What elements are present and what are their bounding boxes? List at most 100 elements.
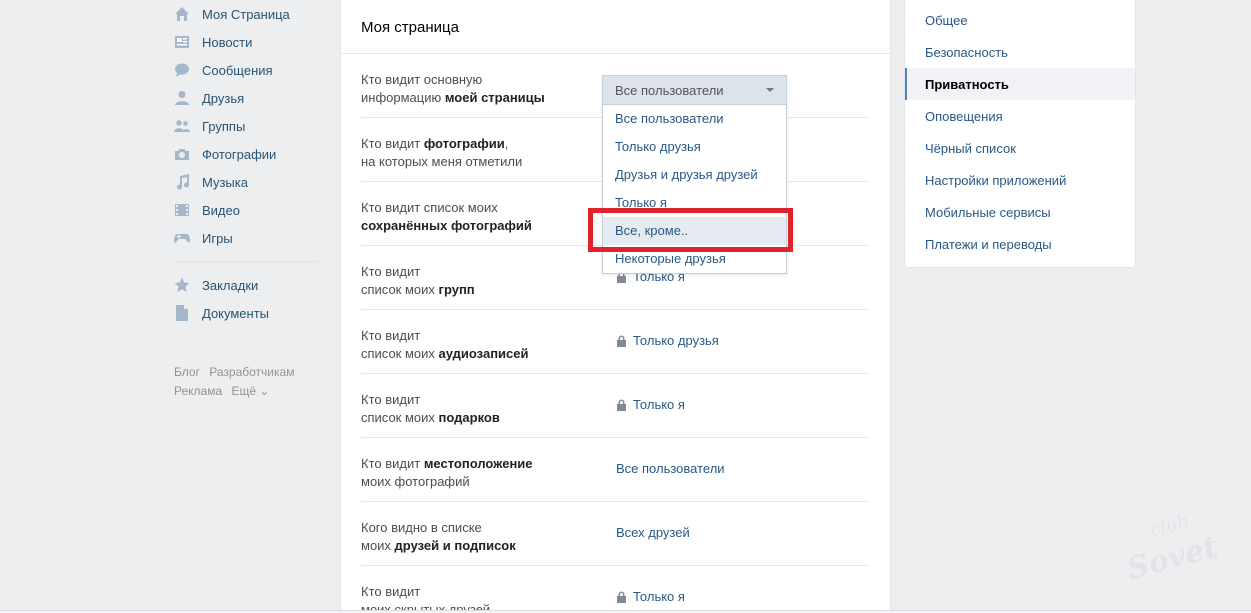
settings-menu-item[interactable]: Приватность: [905, 68, 1135, 100]
privacy-value-label: Всех друзей: [616, 525, 690, 540]
sidebar-item-user[interactable]: Друзья: [174, 84, 324, 112]
dropdown-selected[interactable]: Все пользователи: [603, 76, 786, 105]
footer-link-developers[interactable]: Разработчикам: [209, 365, 294, 379]
home-icon: [174, 6, 190, 22]
dropdown-option[interactable]: Все, кроме..: [603, 217, 786, 245]
sidebar-item-star[interactable]: Закладки: [174, 271, 324, 299]
lock-icon: [617, 335, 626, 347]
row-label: Кого видно в списке моих друзей и подписо…: [361, 519, 591, 555]
lock-icon: [617, 399, 626, 411]
row-label: Кто видит список моих сохранённых фотогра…: [361, 199, 591, 235]
sidebar-item-messages[interactable]: Сообщения: [174, 56, 324, 84]
gamepad-icon: [174, 230, 190, 246]
sidebar-item-gamepad[interactable]: Игры: [174, 224, 324, 252]
row-label-text: моих фотографий: [361, 474, 470, 489]
row-label-bold: фотографии: [423, 136, 505, 151]
settings-menu-item[interactable]: Настройки приложений: [905, 164, 1135, 196]
privacy-value-link[interactable]: Только друзья: [616, 333, 719, 348]
settings-row: Кто видит местоположение моих фотографий В…: [361, 438, 870, 502]
row-label-text: список моих: [361, 282, 439, 297]
settings-menu-item[interactable]: Оповещения: [905, 100, 1135, 132]
svg-text:Sovet: Sovet: [1124, 529, 1222, 580]
footer-link-ads[interactable]: Реклама: [174, 384, 222, 398]
row-label-text: список моих: [361, 346, 439, 361]
row-label-text: Кто видит список моих: [361, 200, 498, 215]
sidebar-item-camera[interactable]: Фотографии: [174, 140, 324, 168]
sidebar-item-users[interactable]: Группы: [174, 112, 324, 140]
row-label-text: Кто видит: [361, 264, 421, 279]
dropdown-option[interactable]: Только друзья: [603, 133, 786, 161]
sidebar-item-label: Группы: [202, 118, 246, 134]
row-label: Кто видит местоположение моих фотографий: [361, 455, 591, 491]
privacy-value-label: Только я: [633, 589, 685, 604]
user-icon: [174, 90, 190, 106]
row-label-bold: аудиозаписей: [438, 346, 529, 361]
row-label: Кто видит фотографии, на которых меня отм…: [361, 135, 591, 171]
row-label-text: Кто видит: [361, 328, 421, 343]
footer-links: Блог Разработчикам Реклама Ещё ⌄: [174, 363, 324, 401]
row-label-bold: сохранённых фотографий: [361, 218, 532, 233]
sidebar-item-label: Документы: [202, 305, 270, 321]
dropdown-option[interactable]: Все пользователи: [603, 105, 786, 133]
settings-menu-item[interactable]: Мобильные сервисы: [905, 196, 1135, 228]
dropdown-option[interactable]: Друзья и друзья друзей: [603, 161, 786, 189]
camera-icon: [174, 146, 190, 162]
row-label: Кто видит список моих групп: [361, 263, 591, 299]
dropdown-option[interactable]: Некоторые друзья: [603, 245, 786, 273]
privacy-value-link[interactable]: Только я: [616, 397, 685, 412]
dropdown-selected-label: Все пользователи: [615, 82, 724, 98]
sidebar-item-label: Музыка: [202, 174, 248, 190]
settings-menu-item[interactable]: Общее: [905, 4, 1135, 36]
privacy-dropdown[interactable]: Все пользователи Все пользователи Только …: [602, 75, 787, 274]
privacy-value-link[interactable]: Всех друзей: [616, 525, 690, 540]
dropdown-option[interactable]: Только я: [603, 189, 786, 217]
sidebar-item-label: Сообщения: [202, 62, 273, 78]
star-icon: [174, 277, 190, 293]
sidebar-item-music[interactable]: Музыка: [174, 168, 324, 196]
row-label-bold: подарков: [438, 410, 500, 425]
settings-menu-item[interactable]: Чёрный список: [905, 132, 1135, 164]
settings-menu-item[interactable]: Безопасность: [905, 36, 1135, 68]
row-label-text: ,: [504, 136, 509, 151]
row-label-bold: друзей и подписок: [394, 538, 516, 553]
users-icon: [174, 118, 190, 134]
footer-link-more[interactable]: Ещё ⌄: [231, 384, 269, 398]
lock-icon: [617, 591, 626, 603]
sidebar-item-label: Видео: [202, 202, 240, 218]
sidebar-item-home[interactable]: Моя Страница: [174, 0, 324, 28]
row-label: Кто видит список моих аудиозаписей: [361, 327, 591, 363]
row-label: Кто видит моих скрытых друзей: [361, 583, 591, 613]
sidebar-item-label: Друзья: [202, 90, 245, 106]
row-label: Кто видит основную информацию моей страни…: [361, 71, 591, 107]
footer-link-blog[interactable]: Блог: [174, 365, 200, 379]
settings-row: Кто видит моих скрытых друзей Только я: [361, 566, 870, 613]
row-label-bold: групп: [438, 282, 475, 297]
privacy-value-label: Только друзья: [633, 333, 719, 348]
sidebar-item-news[interactable]: Новости: [174, 28, 324, 56]
row-label-text: Кто видит: [361, 584, 421, 599]
row-label-bold: моей страницы: [444, 90, 545, 105]
settings-menu: Общее Безопасность Приватность Оповещения Чё…: [904, 0, 1136, 268]
music-icon: [174, 174, 190, 190]
privacy-value-link[interactable]: Все пользователи: [616, 461, 725, 476]
sidebar-item-label: Моя Страница: [202, 6, 290, 22]
settings-menu-item[interactable]: Платежи и переводы: [905, 228, 1135, 260]
sidebar-item-document[interactable]: Документы: [174, 299, 324, 327]
page-title: Моя страница: [341, 0, 890, 54]
news-icon: [174, 34, 190, 50]
video-icon: [174, 202, 190, 218]
sidebar-item-label: Фотографии: [202, 146, 277, 162]
nav-separator: [174, 261, 318, 262]
sidebar-item-label: Закладки: [202, 277, 259, 293]
row-label-text: на которых меня отметили: [361, 154, 523, 169]
document-icon: [174, 305, 190, 321]
row-label-text: информацию: [361, 90, 445, 105]
row-label-text: Кто видит основную: [361, 72, 483, 87]
row-label: Кто видит список моих подарков: [361, 391, 591, 427]
sidebar-item-video[interactable]: Видео: [174, 196, 324, 224]
row-label-text: моих: [361, 538, 395, 553]
row-label-text: Кто видит: [361, 392, 421, 407]
settings-row: Кого видно в списке моих друзей и подписо…: [361, 502, 870, 566]
privacy-value-label: Все пользователи: [616, 461, 725, 476]
privacy-value-link[interactable]: Только я: [616, 589, 685, 604]
